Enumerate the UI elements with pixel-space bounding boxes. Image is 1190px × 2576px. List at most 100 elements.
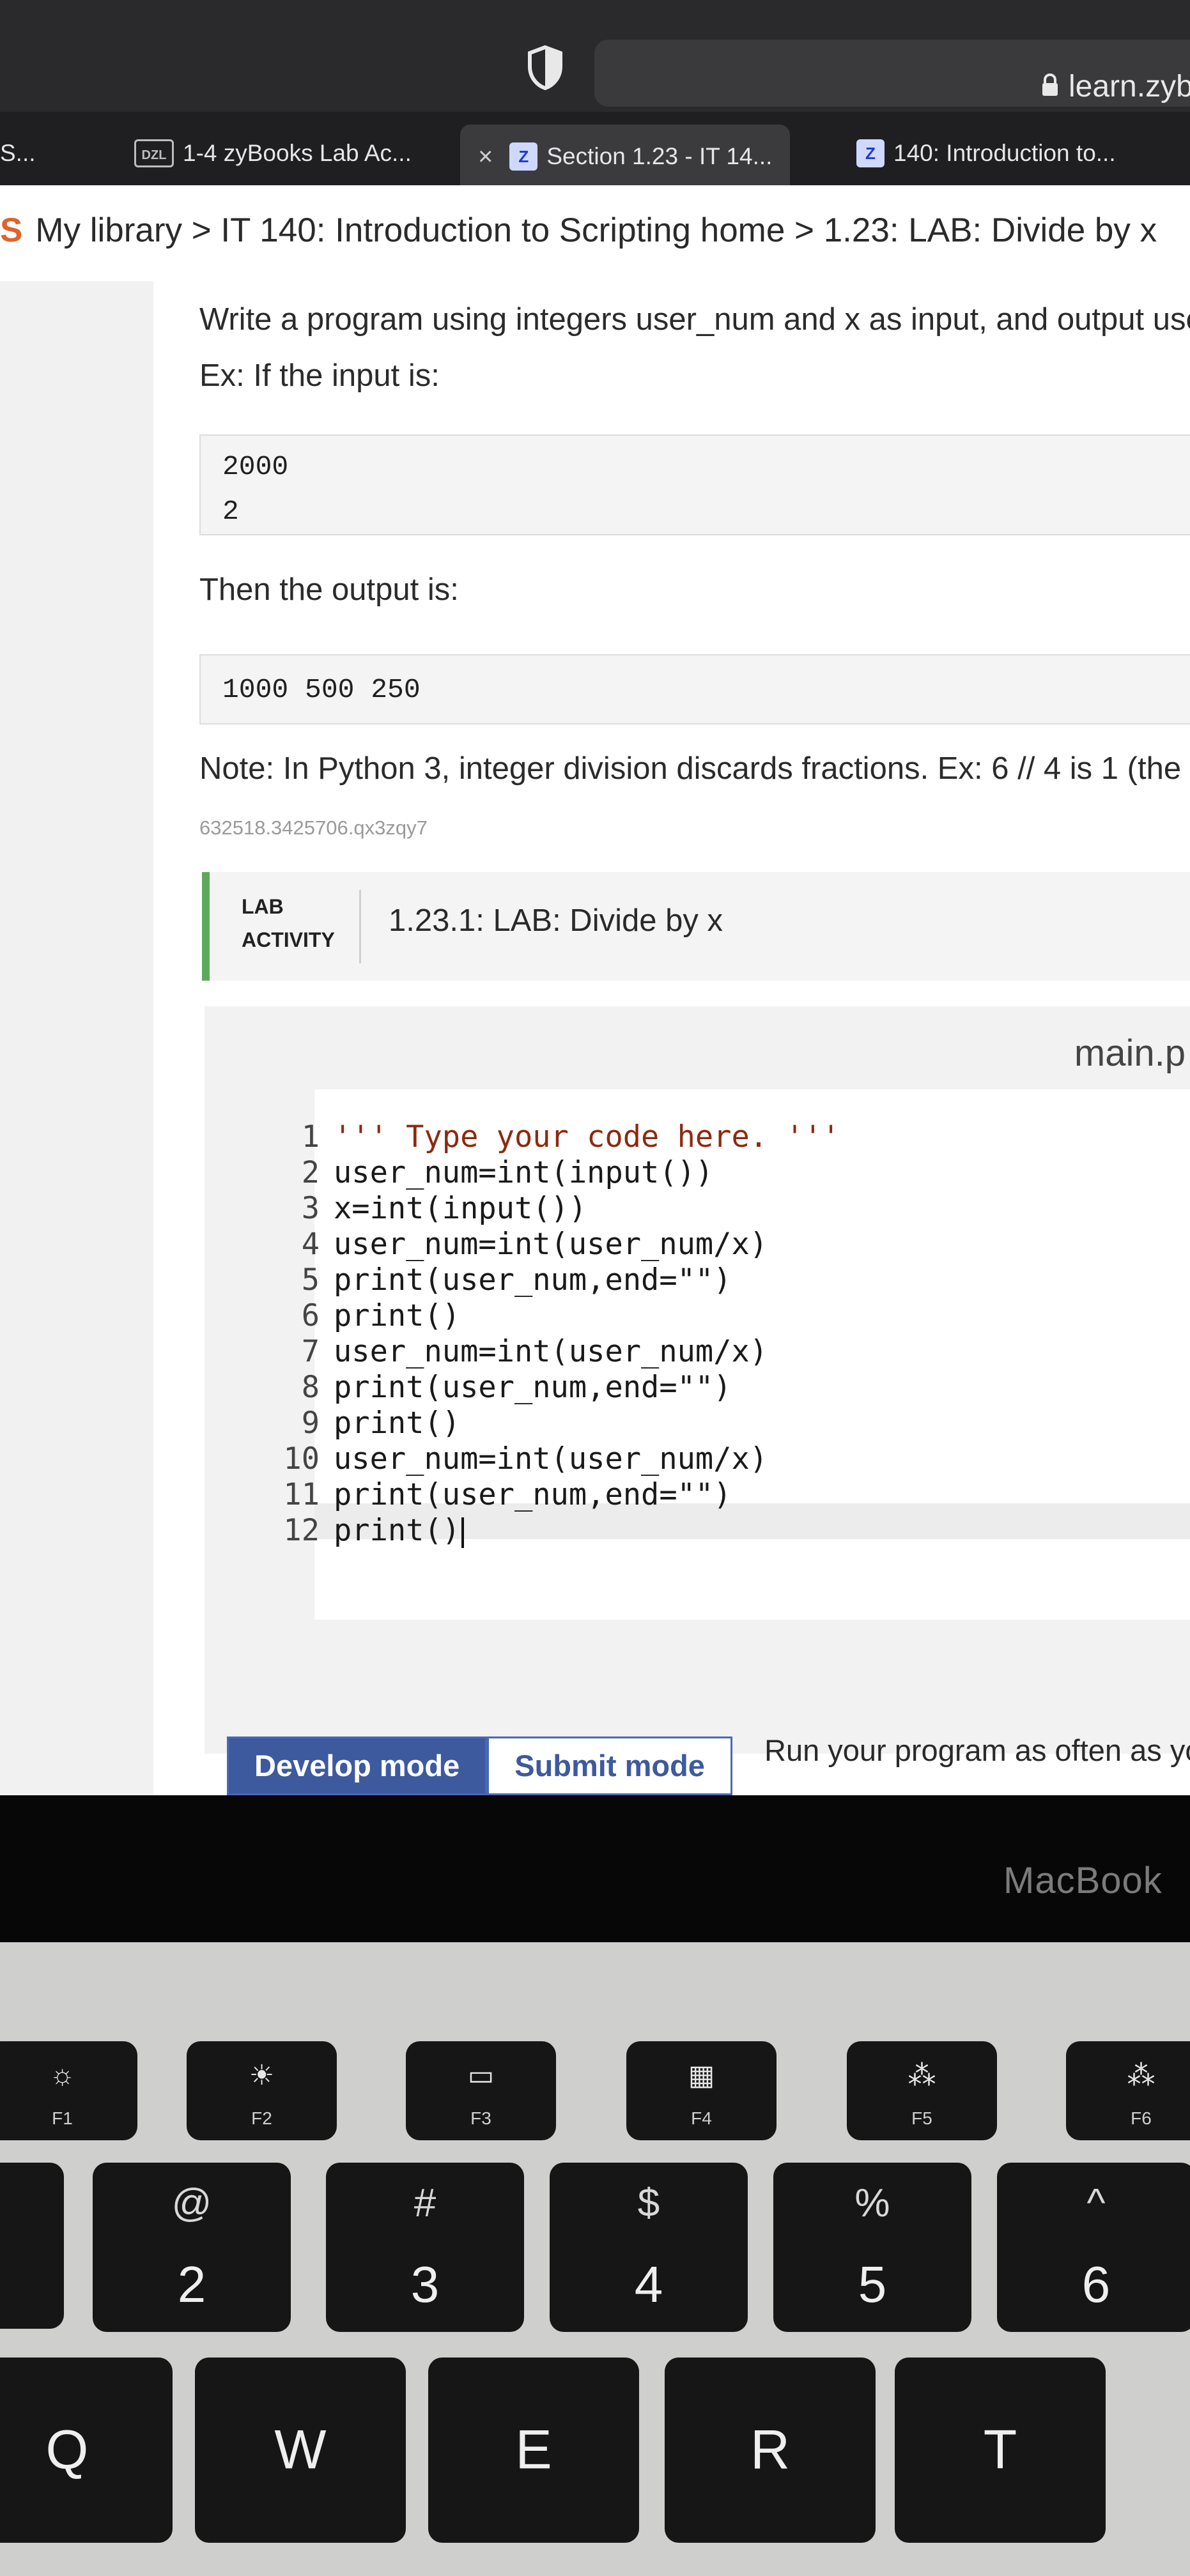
- breadcrumb[interactable]: S My library > IT 140: Introduction to Sc…: [0, 211, 1157, 250]
- key-1-partial[interactable]: [0, 2163, 64, 2329]
- key-label: F6: [1131, 2108, 1152, 2128]
- key-r[interactable]: R: [665, 2358, 876, 2543]
- line-number: 1: [301, 1119, 320, 1154]
- lab-tag-line: ACTIVITY: [242, 928, 335, 951]
- output-intro: Then the output is:: [199, 572, 459, 607]
- macbook-label: MacBook: [1003, 1860, 1163, 1901]
- code-line[interactable]: 7 user_num=int(user_num/x): [268, 1334, 840, 1370]
- line-number: 5: [301, 1262, 320, 1298]
- code-text[interactable]: print(user_num,end=""): [334, 1370, 732, 1405]
- key-digit: 3: [410, 2256, 440, 2313]
- key-digit: 6: [1081, 2256, 1111, 2313]
- mode-toggle: Develop mode Submit mode: [227, 1736, 732, 1795]
- code-text[interactable]: print(user_num,end=""): [334, 1477, 732, 1512]
- code-text[interactable]: print(): [334, 1406, 460, 1441]
- code-text[interactable]: user_num=int(user_num/x): [334, 1334, 768, 1369]
- code-line[interactable]: 3 x=int(input()): [268, 1191, 840, 1227]
- key-e[interactable]: E: [428, 2358, 639, 2543]
- code-lines[interactable]: 1 ''' Type your code here. ''' 2 user_num=i…: [268, 1119, 840, 1549]
- zybooks-logo-icon: S: [0, 211, 23, 249]
- line-number: 8: [301, 1370, 320, 1405]
- key-t[interactable]: T: [895, 2358, 1106, 2543]
- code-line[interactable]: 6 print(): [268, 1298, 840, 1334]
- code-text[interactable]: x=int(input()): [334, 1191, 587, 1226]
- problem-hash: 632518.3425706.qx3zqy7: [199, 816, 428, 839]
- code-text[interactable]: user_num=int(user_num/x): [334, 1441, 768, 1476]
- code-line[interactable]: 10 user_num=int(user_num/x): [268, 1441, 840, 1477]
- line-number: 2: [301, 1155, 320, 1190]
- key-digit: 5: [858, 2256, 887, 2313]
- tab-label: S...: [0, 140, 36, 166]
- line-number: 9: [301, 1406, 320, 1441]
- key-letter: Q: [45, 2419, 89, 2481]
- key-3[interactable]: # 3: [326, 2163, 524, 2332]
- submit-mode-button[interactable]: Submit mode: [487, 1736, 732, 1795]
- code-text[interactable]: print(user_num,end=""): [334, 1262, 732, 1298]
- run-instructions: Run your program as often as yo: [764, 1733, 1190, 1767]
- lab-activity-tag: LAB ACTIVITY: [242, 890, 335, 956]
- keyboard-light-down-icon: ⁂: [908, 2060, 936, 2091]
- f1-key[interactable]: ☼ F1: [0, 2041, 137, 2140]
- develop-mode-button[interactable]: Develop mode: [227, 1736, 488, 1795]
- f6-key[interactable]: ⁂ F6: [1066, 2041, 1190, 2140]
- key-letter: T: [983, 2419, 1017, 2481]
- lab-activity-header: LAB ACTIVITY 1.23.1: LAB: Divide by x: [202, 872, 1190, 981]
- tab-section-1-23[interactable]: × Z Section 1.23 - IT 14...: [460, 125, 791, 188]
- key-letter: W: [274, 2419, 327, 2481]
- lab-tag-line: LAB: [242, 895, 284, 918]
- breadcrumb-text[interactable]: My library > IT 140: Introduction to Scr…: [35, 211, 1157, 249]
- code-line[interactable]: 12 print(): [268, 1513, 840, 1549]
- key-2[interactable]: @ 2: [93, 2163, 291, 2332]
- code-line[interactable]: 8 print(user_num,end=""): [268, 1370, 840, 1406]
- divider: [359, 890, 361, 963]
- example-output-box: 1000 500 250: [199, 654, 1190, 724]
- shield-icon[interactable]: [526, 45, 564, 91]
- key-4[interactable]: $ 4: [550, 2163, 748, 2332]
- code-text[interactable]: print(): [334, 1513, 460, 1548]
- url-text[interactable]: learn.zybo: [1069, 69, 1190, 104]
- key-label: F3: [470, 2108, 491, 2128]
- tab-label: 140: Introduction to...: [893, 140, 1116, 166]
- f4-key[interactable]: ▦ F4: [626, 2041, 777, 2140]
- tab-label: Section 1.23 - IT 14...: [546, 143, 773, 169]
- f2-key[interactable]: ☀ F2: [187, 2041, 337, 2140]
- zybooks-favicon-icon: Z: [509, 142, 538, 171]
- line-number: 12: [283, 1513, 320, 1548]
- tab-intro-140[interactable]: Z 140: Introduction to...: [856, 121, 1116, 185]
- line-number: 3: [301, 1191, 320, 1226]
- close-tab-icon[interactable]: ×: [478, 142, 493, 171]
- brightness-down-icon: ☼: [49, 2059, 75, 2090]
- key-6[interactable]: ^ 6: [997, 2163, 1190, 2332]
- f3-key[interactable]: ▭ F3: [406, 2041, 556, 2140]
- lab-title: 1.23.1: LAB: Divide by x: [389, 903, 723, 938]
- key-letter: E: [515, 2419, 552, 2481]
- key-w[interactable]: W: [195, 2358, 406, 2543]
- tab-zybooks-lab[interactable]: DZL 1-4 zyBooks Lab Ac...: [134, 121, 412, 185]
- tab-partial[interactable]: S...: [0, 121, 36, 185]
- code-line[interactable]: 11 print(user_num,end=""): [268, 1477, 840, 1513]
- code-line[interactable]: 5 print(user_num,end=""): [268, 1262, 840, 1298]
- brightness-up-icon: ☀: [249, 2060, 275, 2091]
- code-line[interactable]: 9 print(): [268, 1406, 840, 1441]
- code-text[interactable]: ''' Type your code here. ''': [334, 1119, 840, 1154]
- code-text[interactable]: print(): [334, 1298, 460, 1333]
- code-text[interactable]: user_num=int(input()): [334, 1155, 713, 1190]
- lock-icon: [1042, 73, 1058, 96]
- text-cursor: [461, 1517, 465, 1548]
- code-line[interactable]: 1 ''' Type your code here. ''': [268, 1119, 840, 1155]
- key-digit: 2: [177, 2256, 206, 2313]
- zybooks-favicon-icon: Z: [856, 139, 885, 167]
- key-label: F1: [52, 2108, 73, 2128]
- code-text[interactable]: user_num=int(user_num/x): [334, 1227, 768, 1262]
- key-q[interactable]: Q: [0, 2358, 173, 2543]
- line-number: 7: [301, 1334, 320, 1369]
- key-5[interactable]: % 5: [773, 2163, 971, 2332]
- example-input-line: 2000: [222, 451, 289, 482]
- filename-label[interactable]: main.p: [1074, 1032, 1186, 1075]
- line-number: 4: [301, 1227, 320, 1262]
- code-line[interactable]: 4 user_num=int(user_num/x): [268, 1227, 840, 1262]
- f5-key[interactable]: ⁂ F5: [847, 2041, 997, 2140]
- tab-label: 1-4 zyBooks Lab Ac...: [183, 140, 412, 166]
- key-symbol: $: [637, 2181, 660, 2225]
- code-line[interactable]: 2 user_num=int(input()): [268, 1155, 840, 1191]
